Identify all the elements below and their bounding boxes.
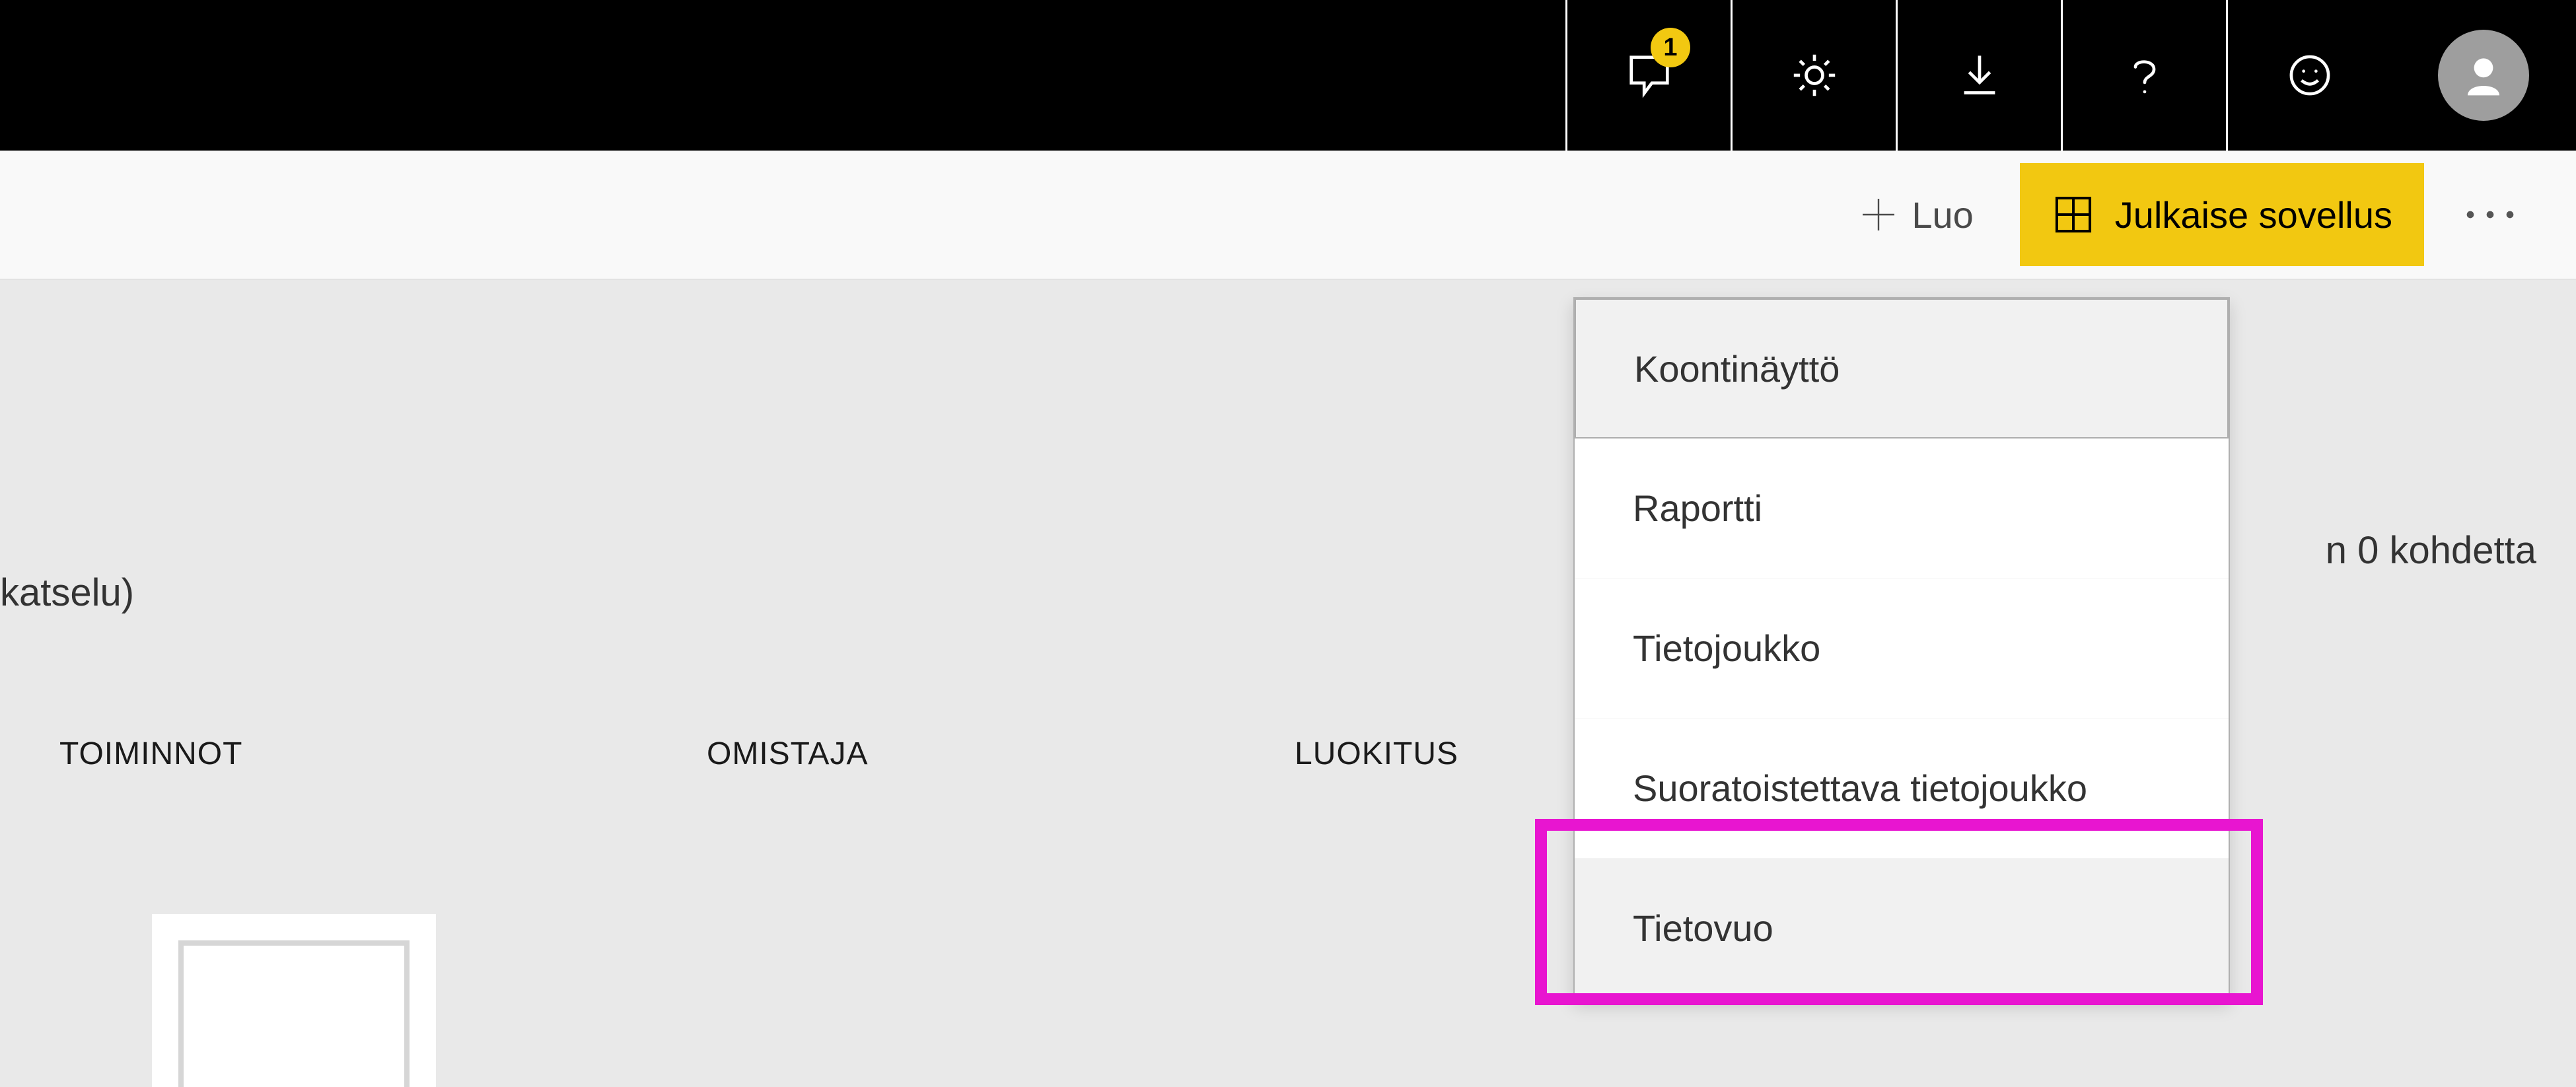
create-dropdown-item[interactable]: Suoratoistettava tietojoukko <box>1575 719 2229 859</box>
create-dropdown: KoontinäyttöRaporttiTietojoukkoSuoratois… <box>1573 297 2230 1000</box>
thumbnail-frame <box>178 940 410 1087</box>
download-icon <box>1954 50 2005 101</box>
column-owner: OMISTAJA <box>707 736 1295 772</box>
more-options-button[interactable] <box>2451 175 2530 254</box>
app-header: 1 <box>0 0 2576 151</box>
items-count: n 0 kohdetta <box>2326 528 2536 573</box>
gear-icon <box>1789 50 1840 101</box>
content-thumbnail[interactable] <box>152 914 436 1087</box>
view-label-fragment: katselu) <box>0 571 134 615</box>
help-button[interactable] <box>2061 0 2226 151</box>
create-dropdown-item[interactable]: Tietovuo <box>1575 859 2229 999</box>
smiley-icon <box>2284 50 2336 101</box>
feedback-button[interactable] <box>2226 0 2391 151</box>
create-label: Luo <box>1912 193 1973 236</box>
create-dropdown-item[interactable]: Tietojoukko <box>1575 579 2229 719</box>
publish-app-button[interactable]: Julkaise sovellus <box>2020 163 2424 266</box>
download-button[interactable] <box>1896 0 2061 151</box>
account-button[interactable] <box>2391 0 2576 151</box>
publish-label: Julkaise sovellus <box>2115 193 2392 236</box>
notification-badge: 1 <box>1651 28 1690 67</box>
create-dropdown-item[interactable]: Raportti <box>1575 438 2229 579</box>
help-icon <box>2119 50 2170 101</box>
app-grid-icon <box>2052 193 2095 236</box>
avatar <box>2438 30 2529 121</box>
settings-button[interactable] <box>1731 0 1896 151</box>
ellipsis-icon <box>2464 208 2517 221</box>
action-toolbar: Luo Julkaise sovellus <box>0 151 2576 280</box>
create-dropdown-item[interactable]: Koontinäyttö <box>1575 298 2229 438</box>
person-icon <box>2457 49 2510 102</box>
plus-icon <box>1859 195 1898 234</box>
create-button[interactable]: Luo <box>1839 180 1993 250</box>
notifications-button[interactable]: 1 <box>1565 0 1731 151</box>
column-actions: TOIMINNOT <box>59 736 707 772</box>
